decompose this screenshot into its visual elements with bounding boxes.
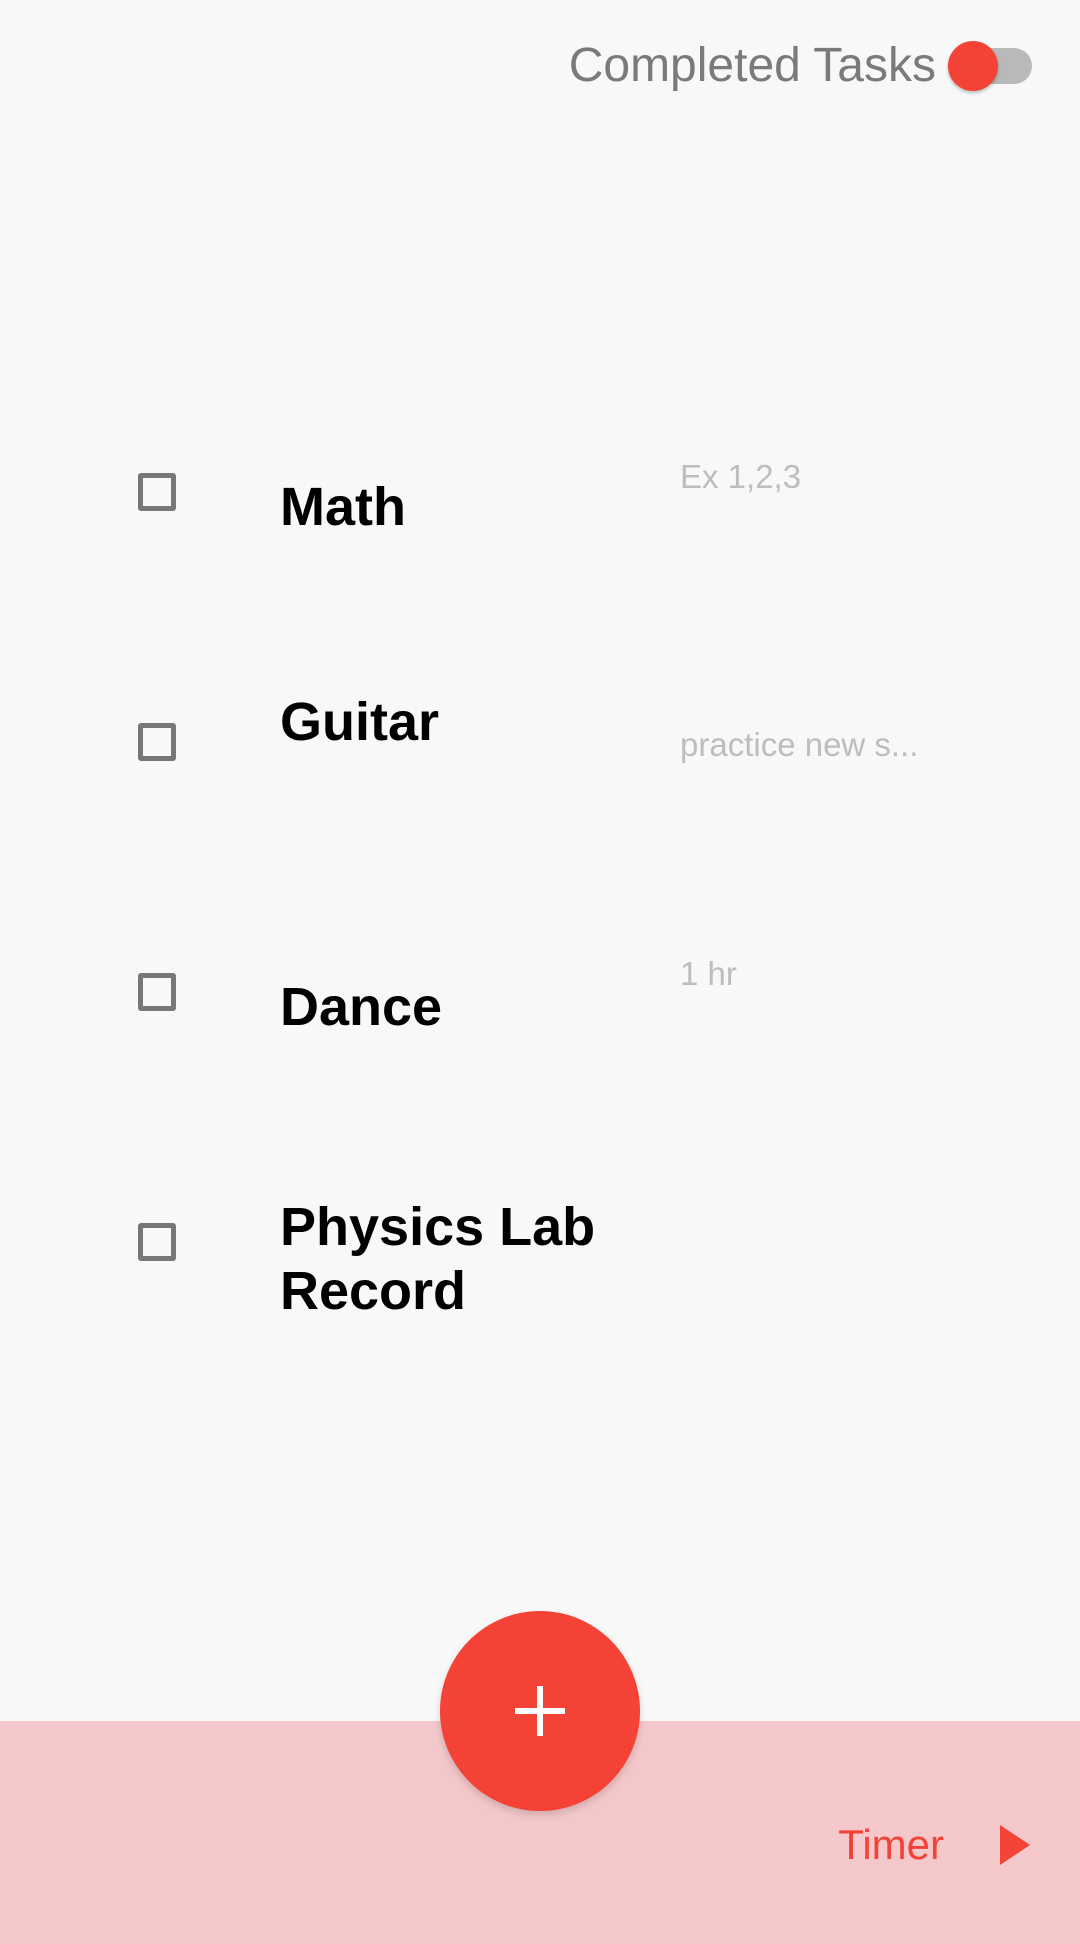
task-item[interactable]: Physics Lab Record (0, 1197, 1080, 1340)
task-title: Dance (280, 977, 443, 1037)
task-note: Ex 1,2,3 (680, 458, 802, 495)
plus-icon-vertical (537, 1686, 543, 1736)
task-note: practice new s... (680, 726, 919, 763)
timer-label: Timer (838, 1821, 944, 1868)
completed-tasks-label: Completed Tasks (568, 38, 936, 92)
task-item[interactable]: Guitar practice new s... (0, 692, 1080, 840)
play-icon (1000, 1825, 1030, 1865)
task-checkbox[interactable] (138, 723, 176, 761)
task-title: Physics Lab Record (280, 1197, 596, 1321)
task-note: 1 hr (680, 955, 737, 992)
timer-button[interactable]: Timer (838, 1821, 1030, 1869)
task-title: Math (280, 477, 406, 537)
task-checkbox[interactable] (138, 473, 176, 511)
task-checkbox[interactable] (138, 973, 176, 1011)
task-item[interactable]: Dance 1 hr (0, 950, 1080, 1090)
switch-thumb[interactable] (948, 41, 998, 91)
task-checkbox[interactable] (138, 1223, 176, 1261)
completed-tasks-switch[interactable] (948, 36, 1032, 94)
task-item[interactable]: Math Ex 1,2,3 (0, 450, 1080, 590)
add-task-button[interactable] (440, 1611, 640, 1811)
completed-tasks-toggle-row: Completed Tasks (569, 36, 1032, 94)
task-title: Guitar (280, 692, 440, 752)
